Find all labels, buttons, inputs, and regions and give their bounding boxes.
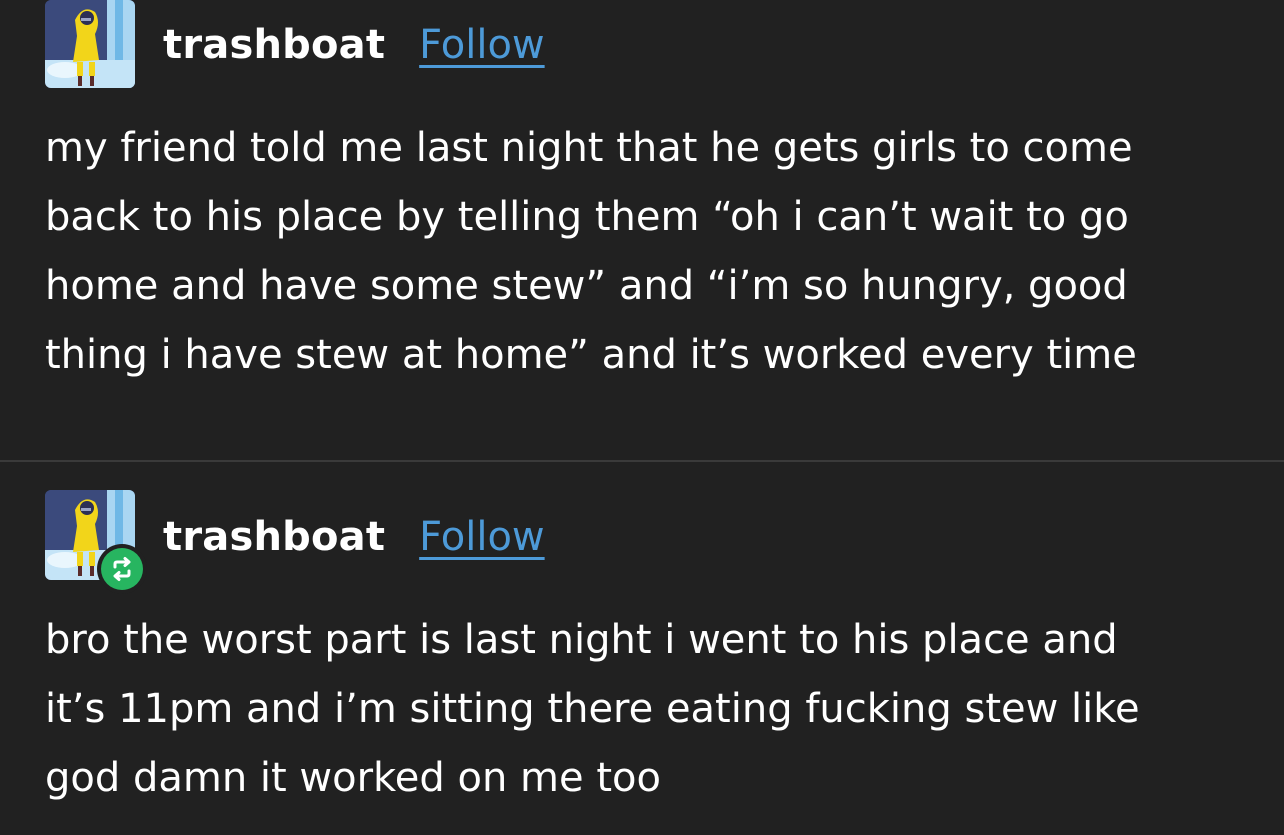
reblog-icon: [113, 557, 131, 581]
post-body-line: bro the worst part is last night i went …: [45, 617, 1118, 663]
post-body: bro the worst part is last night i went …: [45, 606, 1270, 813]
username[interactable]: trashboat: [163, 514, 385, 560]
username[interactable]: trashboat: [163, 22, 385, 68]
avatar[interactable]: [45, 0, 135, 88]
post-body: my friend told me last night that he get…: [45, 114, 1270, 390]
post-header: trashboat Follow: [163, 514, 545, 560]
post-body-line: it’s 11pm and i’m sitting there eating f…: [45, 686, 1140, 732]
post-body-line: thing i have stew at home” and it’s work…: [45, 332, 1137, 378]
post-body-line: back to his place by telling them “oh i …: [45, 194, 1129, 240]
follow-button[interactable]: Follow: [419, 22, 544, 68]
post-body-line: my friend told me last night that he get…: [45, 125, 1133, 171]
post-body-line: god damn it worked on me too: [45, 755, 661, 801]
post-original: trashboat Follow my friend told me last …: [0, 0, 1284, 461]
post-body-line: home and have some stew” and “i’m so hun…: [45, 263, 1128, 309]
follow-button[interactable]: Follow: [419, 514, 544, 560]
yellow-raincoat-avatar-icon: [45, 0, 135, 88]
post-header: trashboat Follow: [163, 22, 545, 68]
post-reblog: trashboat Follow bro the worst part is l…: [0, 462, 1284, 835]
reblog-badge: [97, 544, 147, 594]
